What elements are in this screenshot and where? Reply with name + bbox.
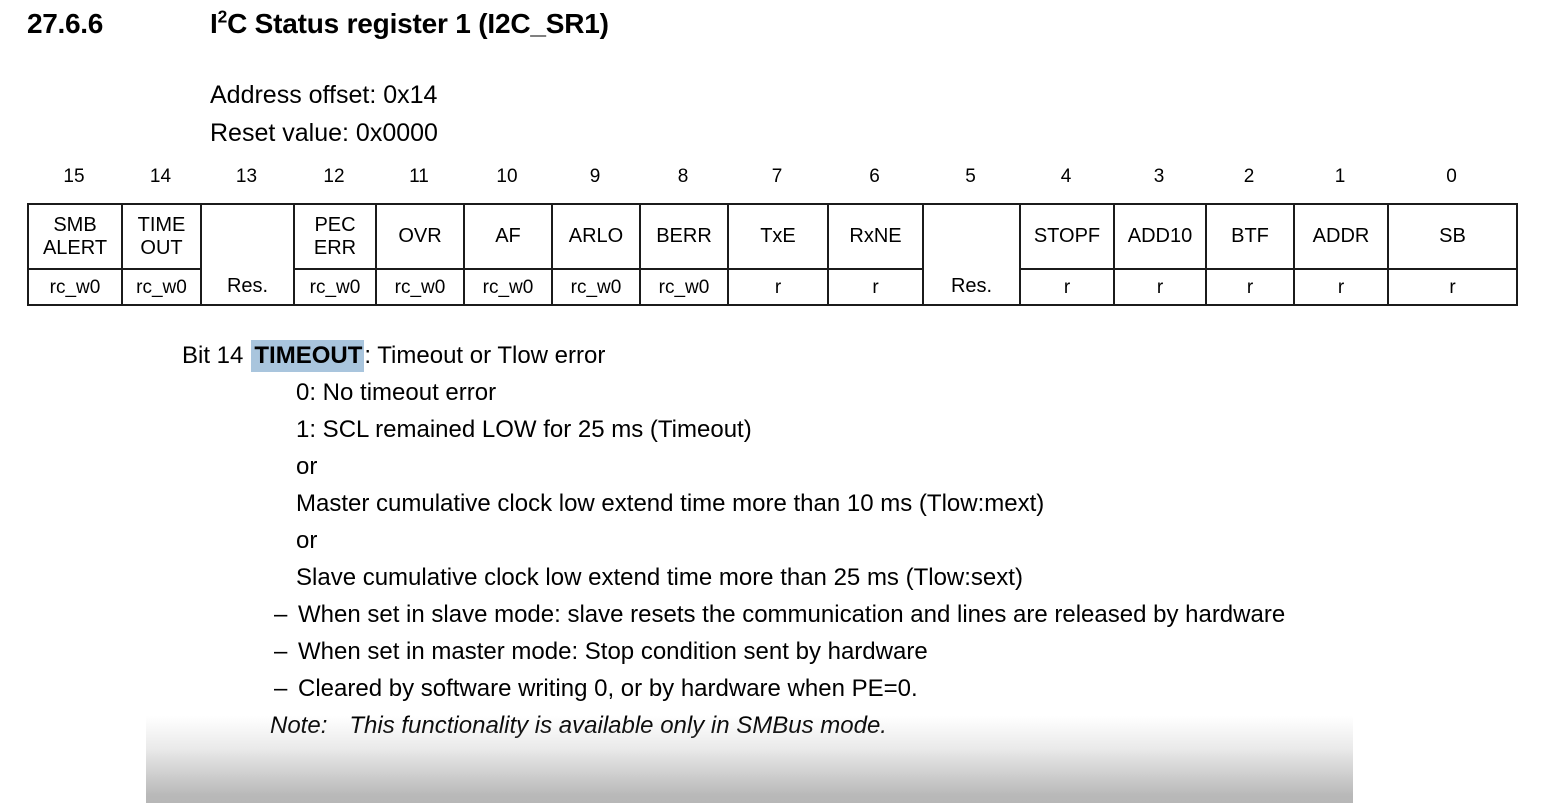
bit-field-STOPF: STOPF xyxy=(1019,203,1115,270)
page-title: I2C Status register 1 (I2C_SR1) xyxy=(210,8,609,40)
bit-number-13: 13 xyxy=(235,166,258,187)
bit-value-line: 1: SCL remained LOW for 25 ms (Timeout) xyxy=(296,416,752,443)
title-superscript: 2 xyxy=(217,6,228,27)
bit-description-header: Bit 14 TIMEOUT: Timeout or Tlow error xyxy=(0,337,1545,374)
bit-field-OVR: OVR xyxy=(375,203,465,270)
bit-field-RxNE: RxNE xyxy=(827,203,924,270)
bit-field-ADD10: ADD10 xyxy=(1113,203,1207,270)
bit-access-ARLO: rc_w0 xyxy=(551,268,641,306)
bit-field-BTF: BTF xyxy=(1205,203,1295,270)
dash-bullet-icon: – xyxy=(274,638,288,665)
note-label: Note: xyxy=(270,712,328,739)
bit-field-Res.: Res. xyxy=(922,203,1021,306)
bit-access-OVR: rc_w0 xyxy=(375,268,465,306)
bit-access-BTF: r xyxy=(1205,268,1295,306)
bit-number-8: 8 xyxy=(677,166,689,187)
bit-field-AF: AF xyxy=(463,203,553,270)
title-prefix: I xyxy=(210,8,218,39)
bit-access-PECERR: rc_w0 xyxy=(293,268,377,306)
bit-description-block: Bit 14 TIMEOUT: Timeout or Tlow error 0: … xyxy=(0,337,1545,744)
bit-number-15: 15 xyxy=(63,166,85,187)
list-item-text: Cleared by software writing 0, or by har… xyxy=(298,675,918,702)
bit-field-ARLO: ARLO xyxy=(551,203,641,270)
list-item: – Cleared by software writing 0, or by ha… xyxy=(0,670,1545,707)
list-item: – When set in slave mode: slave resets th… xyxy=(0,596,1545,633)
bit-value-line: or xyxy=(296,527,318,554)
bit-field-ADDR: ADDR xyxy=(1293,203,1389,270)
bit-field-Res.: Res. xyxy=(200,203,295,306)
bit-number-10: 10 xyxy=(496,166,518,187)
bit-access-RxNE: r xyxy=(827,268,924,306)
register-bit-table: SMB ALERT TIME OUT Res. PEC ERR OVR AF ARLO BERR Tx… xyxy=(27,203,1518,306)
bit-field-TIMEOUT: TIME OUT xyxy=(121,203,202,270)
bit-number-7: 7 xyxy=(771,166,783,187)
bit-number-2: 2 xyxy=(1243,166,1255,187)
bit-number-1: 1 xyxy=(1334,166,1346,187)
bit-value-line: 0: No timeout error xyxy=(296,379,497,406)
bit-access-ADDR: r xyxy=(1293,268,1389,306)
bit-number-row: 15 14 13 12 11 10 9 8 7 6 5 4 3 2 1 0 xyxy=(27,166,1512,188)
list-item-text: When set in master mode: Stop condition … xyxy=(298,638,928,665)
bit-access-SMBALERT: rc_w0 xyxy=(27,268,123,306)
bit-access-BERR: rc_w0 xyxy=(639,268,729,306)
bit-number-6: 6 xyxy=(869,166,880,187)
bit-access-TxE: r xyxy=(727,268,829,306)
dash-bullet-icon: – xyxy=(274,675,288,702)
note-line: Note: This functionality is available onl… xyxy=(0,707,1545,744)
bit-value-line: Slave cumulative clock low extend time m… xyxy=(296,564,1023,591)
bit-number-label: Bit 14 xyxy=(182,342,244,369)
table-row-field-names: SMB ALERT TIME OUT Res. PEC ERR OVR AF ARLO BERR Tx… xyxy=(27,203,1518,306)
address-offset: Address offset: 0x14 xyxy=(210,81,438,109)
bit-access-TIMEOUT: rc_w0 xyxy=(121,268,202,306)
dash-bullet-icon: – xyxy=(274,601,288,628)
bit-number-5: 5 xyxy=(965,166,976,187)
bit-access-STOPF: r xyxy=(1019,268,1115,306)
bit-access-AF: rc_w0 xyxy=(463,268,553,306)
page-heading: 27.6.6 I2C Status register 1 (I2C_SR1) xyxy=(27,8,1507,40)
bit-access-ADD10: r xyxy=(1113,268,1207,306)
field-name-highlight: TIMEOUT xyxy=(251,340,365,372)
bit-field-BERR: BERR xyxy=(639,203,729,270)
bit-field-TxE: TxE xyxy=(727,203,829,270)
list-item: – When set in master mode: Stop condition… xyxy=(0,633,1545,670)
bit-number-9: 9 xyxy=(589,166,601,187)
bit-number-11: 11 xyxy=(409,166,429,187)
title-rest: C Status register 1 (I2C_SR1) xyxy=(227,8,609,39)
reset-value: Reset value: 0x0000 xyxy=(210,119,438,147)
bit-field-SMBALERT: SMB ALERT xyxy=(27,203,123,270)
bit-value-line: Master cumulative clock low extend time … xyxy=(296,490,1045,517)
field-title: : Timeout or Tlow error xyxy=(364,342,606,369)
note-text: This functionality is available only in … xyxy=(349,712,887,739)
bit-number-4: 4 xyxy=(1060,166,1072,187)
bit-number-12: 12 xyxy=(323,166,345,187)
bit-value-line: or xyxy=(296,453,318,480)
bit-access-SB: r xyxy=(1387,268,1518,306)
bit-number-3: 3 xyxy=(1153,166,1165,187)
bit-number-0: 0 xyxy=(1446,166,1457,187)
list-item-text: When set in slave mode: slave resets the… xyxy=(298,601,1286,628)
bit-field-SB: SB xyxy=(1387,203,1518,270)
bit-field-PECERR: PEC ERR xyxy=(293,203,377,270)
register-meta: Address offset: 0x14 Reset value: 0x0000 xyxy=(210,76,438,152)
section-number: 27.6.6 xyxy=(27,8,104,39)
bit-number-14: 14 xyxy=(149,166,172,187)
